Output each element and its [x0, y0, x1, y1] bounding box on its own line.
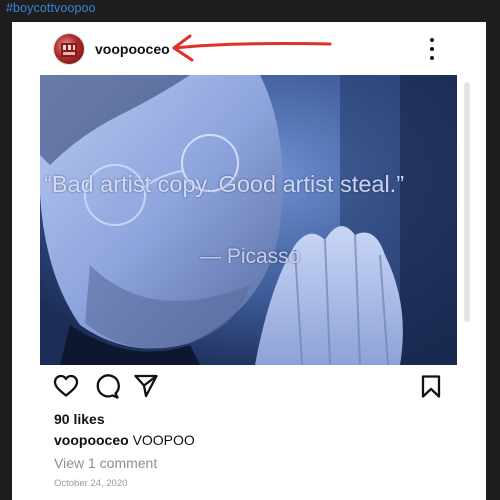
post-date: October 24, 2020 — [54, 478, 128, 489]
annotation-arrow — [172, 34, 332, 62]
scroll-edge — [464, 82, 470, 322]
likes-count[interactable]: 90 likes — [54, 411, 105, 427]
caption-text: VOOPOO — [132, 432, 195, 448]
hashtag-link[interactable]: #boycottvoopoo — [6, 1, 96, 15]
heart-icon[interactable] — [53, 374, 79, 398]
avatar[interactable] — [54, 34, 84, 64]
more-options-icon[interactable] — [425, 38, 439, 60]
comment-icon[interactable] — [94, 374, 120, 399]
image-quote-text: “Bad artist copy. Good artist steal.” — [44, 171, 405, 197]
view-comments-link[interactable]: View 1 comment — [54, 455, 157, 471]
post-image: “Bad artist copy. Good artist steal.” — … — [40, 75, 457, 365]
image-quote-author: — Picasso — [200, 245, 301, 268]
instagram-post-card: voopooceo “Bad artist copy. Good artist … — [12, 22, 486, 500]
post-caption: voopooceo VOOPOO — [54, 432, 195, 448]
post-username[interactable]: voopooceo — [95, 41, 170, 57]
caption-username[interactable]: voopooceo — [54, 432, 129, 448]
share-icon[interactable] — [133, 373, 159, 399]
top-bar: #boycottvoopoo — [0, 0, 500, 22]
bookmark-icon[interactable] — [420, 374, 442, 399]
